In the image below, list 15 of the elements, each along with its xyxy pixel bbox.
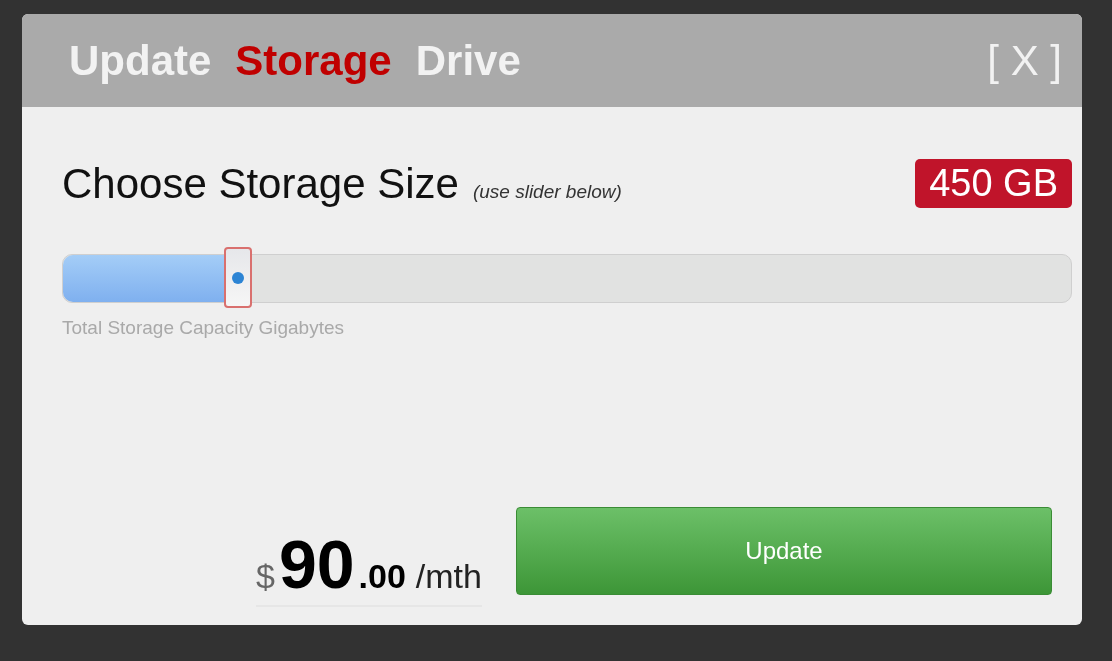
- price-amount: 90: [278, 525, 355, 603]
- section-heading: Choose Storage Size: [62, 159, 459, 208]
- slider-handle[interactable]: [223, 247, 252, 308]
- slider-track[interactable]: [62, 254, 1072, 303]
- title-word: Storage: [235, 36, 392, 85]
- slider-caption: Total Storage Capacity Gigabytes: [62, 317, 345, 339]
- price-cents: .00: [358, 557, 406, 596]
- close-button[interactable]: [ X ]: [987, 36, 1062, 85]
- slider-hint: (use slider below): [472, 180, 622, 203]
- update-button[interactable]: Update: [516, 507, 1052, 595]
- price-unit: /mth: [415, 557, 482, 596]
- title-word: Drive: [415, 36, 521, 85]
- size-badge: 450 GB: [915, 159, 1072, 208]
- price-currency: $: [256, 557, 275, 596]
- title-word: Update: [69, 36, 212, 85]
